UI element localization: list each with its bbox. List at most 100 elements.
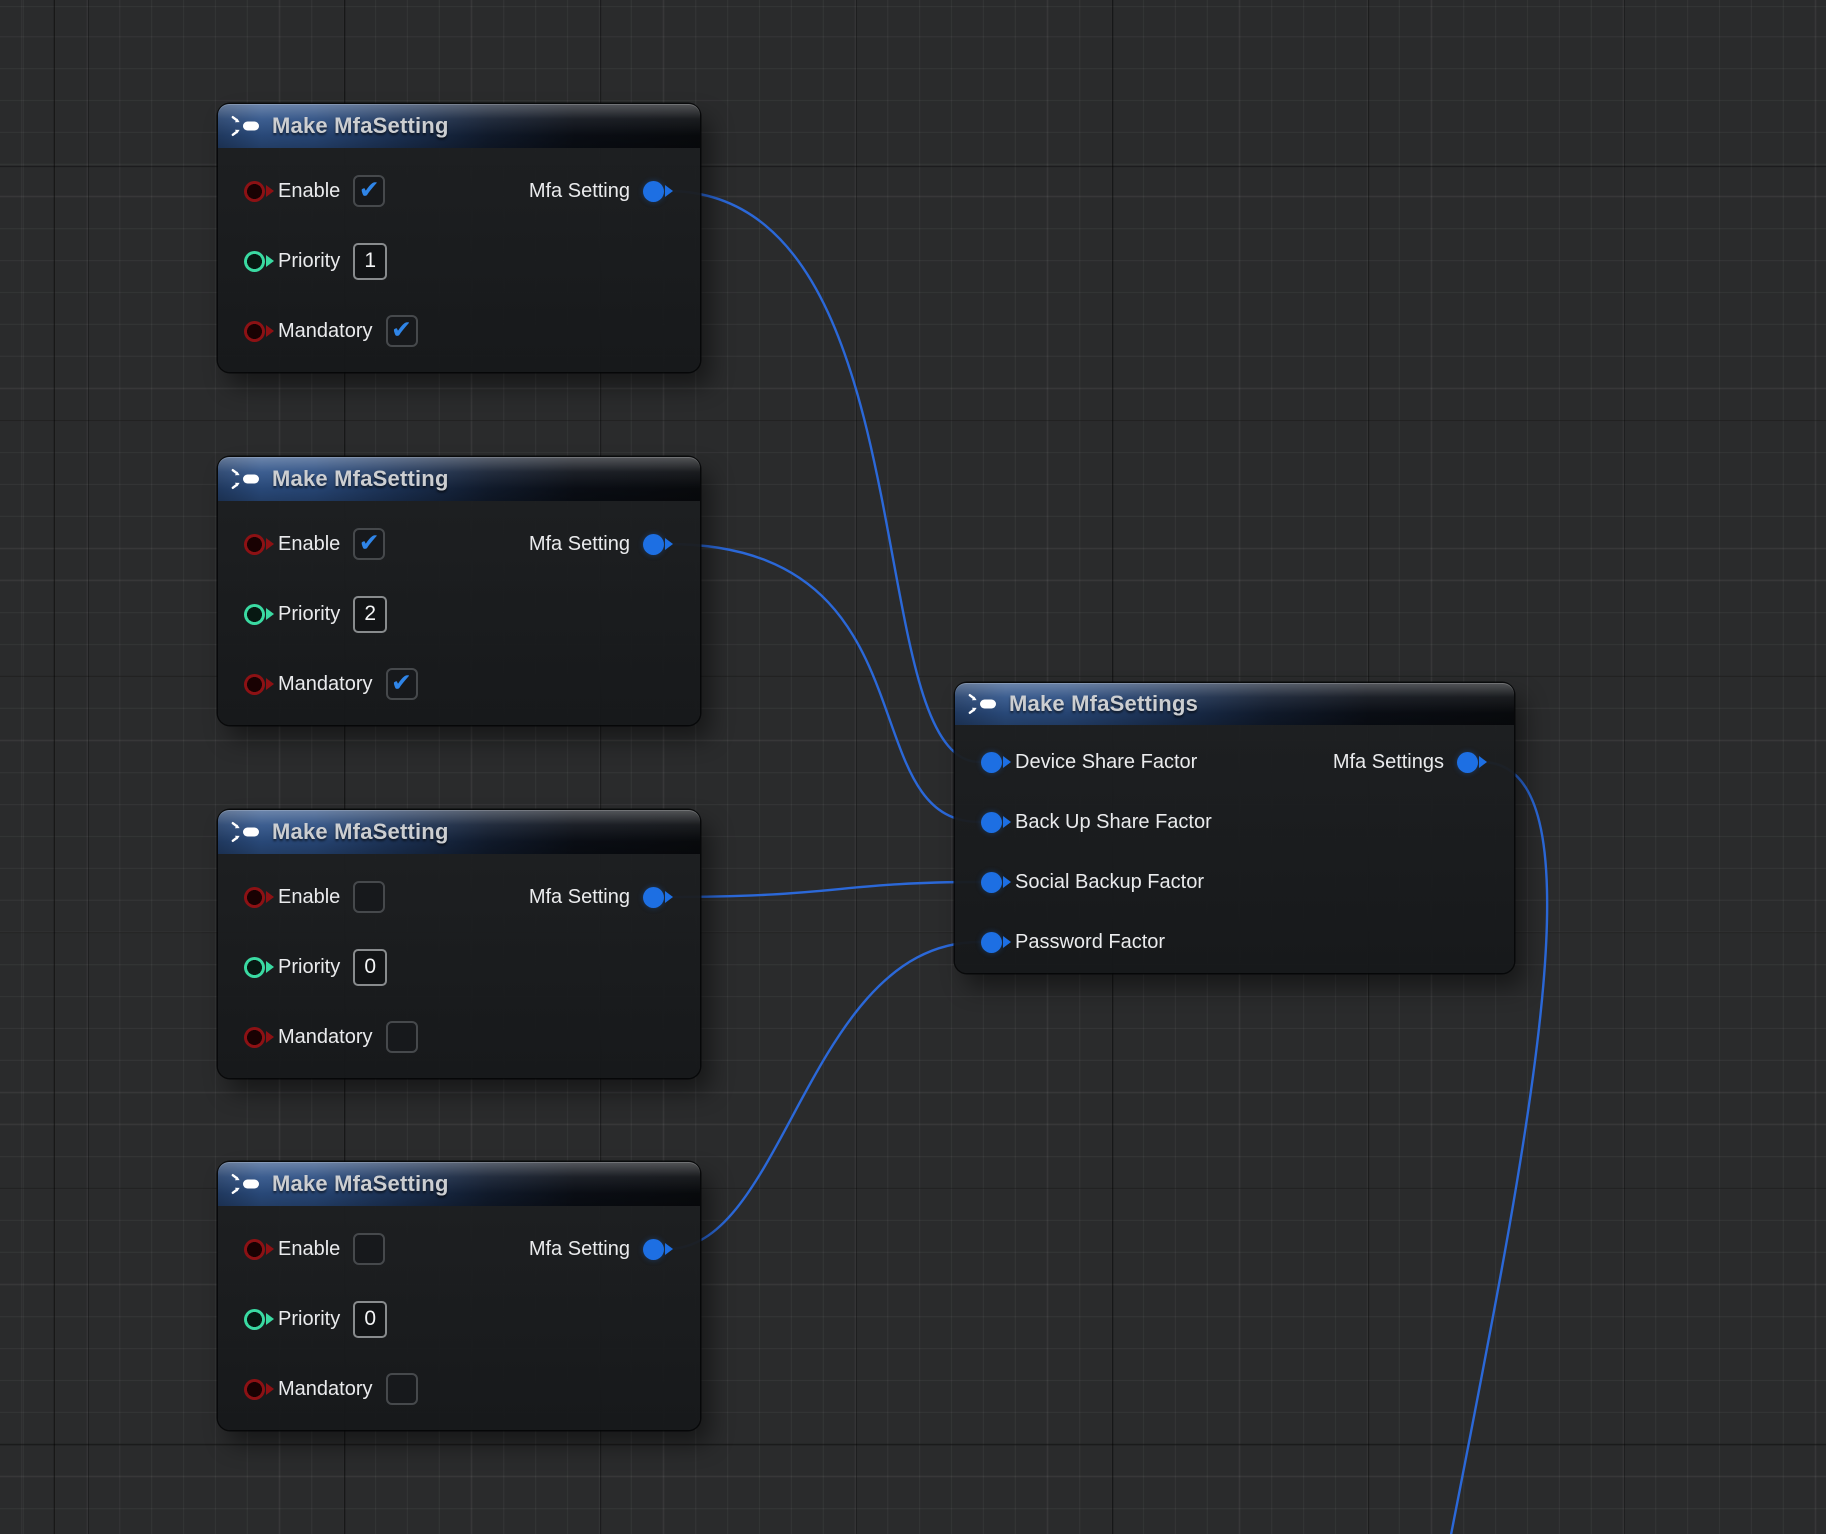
pin-label: Enable: [278, 180, 340, 203]
pin-row: Mandatory: [218, 1002, 700, 1072]
check-icon: ✔: [359, 531, 380, 556]
pin-label: Priority: [278, 1308, 340, 1331]
pin-row: Priority 0: [218, 1284, 700, 1354]
node-make-mfasetting-1[interactable]: Make MfaSetting Enable ✔ Mfa Setting Pri…: [218, 104, 700, 372]
enable-checkbox[interactable]: [353, 881, 385, 913]
pin-mfa-settings-out[interactable]: [1457, 752, 1478, 773]
mandatory-checkbox[interactable]: [386, 1373, 418, 1405]
pin-label: Back Up Share Factor: [1015, 811, 1212, 834]
node-make-mfasetting-2[interactable]: Make MfaSetting Enable ✔ Mfa Setting Pri…: [218, 457, 700, 725]
pin-mandatory[interactable]: [244, 1379, 265, 1400]
check-icon: ✔: [359, 178, 380, 203]
pin-row: Enable Mfa Setting: [218, 1214, 700, 1284]
pin-label: Enable: [278, 886, 340, 909]
pin-label: Mandatory: [278, 673, 373, 696]
pin-mandatory[interactable]: [244, 1027, 265, 1048]
make-struct-icon: [231, 821, 261, 843]
node-header[interactable]: Make MfaSetting: [218, 457, 700, 501]
node-body: Enable Mfa Setting Priority 0 Mand: [218, 854, 700, 1078]
pin-row: Mandatory: [218, 1354, 700, 1424]
pin-mandatory[interactable]: [244, 321, 265, 342]
pin-row: Priority 1: [218, 226, 700, 296]
pin-back-up-share-factor[interactable]: [981, 812, 1002, 833]
pin-social-backup-factor[interactable]: [981, 872, 1002, 893]
pin-enable[interactable]: [244, 1239, 265, 1260]
node-header[interactable]: Make MfaSettings: [955, 683, 1514, 725]
node-body: Enable ✔ Mfa Setting Priority 2 Man: [218, 501, 700, 725]
wire[interactable]: [668, 191, 980, 762]
pin-row: Enable Mfa Setting: [218, 862, 700, 932]
node-title: Make MfaSetting: [272, 466, 449, 492]
enable-checkbox[interactable]: ✔: [353, 528, 385, 560]
pin-label: Mfa Setting: [529, 1238, 630, 1261]
node-title: Make MfaSetting: [272, 113, 449, 139]
mandatory-checkbox[interactable]: [386, 1021, 418, 1053]
pin-enable[interactable]: [244, 887, 265, 908]
node-make-mfasetting-3[interactable]: Make MfaSetting Enable Mfa Setting Prior…: [218, 810, 700, 1078]
pin-row: Mandatory ✔: [218, 649, 700, 719]
pin-label: Priority: [278, 956, 340, 979]
pin-label: Enable: [278, 1238, 340, 1261]
pin-row: Enable ✔ Mfa Setting: [218, 156, 700, 226]
pin-label: Mfa Setting: [529, 533, 630, 556]
pin-label: Priority: [278, 603, 340, 626]
pin-row: Device Share Factor Mfa Settings: [955, 732, 1514, 792]
pin-mandatory[interactable]: [244, 674, 265, 695]
pin-enable[interactable]: [244, 181, 265, 202]
pin-priority[interactable]: [244, 251, 265, 272]
node-body: Enable ✔ Mfa Setting Priority 1 Man: [218, 148, 700, 372]
node-make-mfasettings[interactable]: Make MfaSettings Device Share Factor Mfa…: [955, 683, 1514, 973]
pin-label: Social Backup Factor: [1015, 871, 1204, 894]
pin-label: Mandatory: [278, 1026, 373, 1049]
enable-checkbox[interactable]: [353, 1233, 385, 1265]
node-header[interactable]: Make MfaSetting: [218, 1162, 700, 1206]
node-title: Make MfaSetting: [272, 819, 449, 845]
pin-row: Priority 0: [218, 932, 700, 1002]
pin-mfa-setting-out[interactable]: [643, 534, 664, 555]
pin-row: Enable ✔ Mfa Setting: [218, 509, 700, 579]
pin-priority[interactable]: [244, 604, 265, 625]
pin-mfa-setting-out[interactable]: [643, 1239, 664, 1260]
priority-value-field[interactable]: 1: [353, 243, 387, 280]
make-struct-icon: [968, 693, 998, 715]
pin-row: Social Backup Factor: [955, 852, 1514, 912]
node-header[interactable]: Make MfaSetting: [218, 810, 700, 854]
make-struct-icon: [231, 468, 261, 490]
node-title: Make MfaSettings: [1009, 691, 1198, 717]
pin-mfa-setting-out[interactable]: [643, 181, 664, 202]
check-icon: ✔: [391, 318, 412, 343]
pin-label: Mandatory: [278, 1378, 373, 1401]
pin-row: Password Factor: [955, 912, 1514, 972]
pin-label: Password Factor: [1015, 931, 1165, 954]
node-header[interactable]: Make MfaSetting: [218, 104, 700, 148]
wire[interactable]: [668, 942, 980, 1249]
wire[interactable]: [668, 882, 980, 897]
pin-label: Priority: [278, 250, 340, 273]
pin-label: Mandatory: [278, 320, 373, 343]
check-icon: ✔: [391, 671, 412, 696]
pin-mfa-setting-out[interactable]: [643, 887, 664, 908]
pin-device-share-factor[interactable]: [981, 752, 1002, 773]
mandatory-checkbox[interactable]: ✔: [386, 668, 418, 700]
priority-value-field[interactable]: 0: [353, 949, 387, 986]
node-make-mfasetting-4[interactable]: Make MfaSetting Enable Mfa Setting Prior…: [218, 1162, 700, 1430]
priority-value-field[interactable]: 0: [353, 1301, 387, 1338]
wire[interactable]: [668, 544, 980, 822]
pin-label: Mfa Setting: [529, 180, 630, 203]
enable-checkbox[interactable]: ✔: [353, 175, 385, 207]
make-struct-icon: [231, 115, 261, 137]
pin-label: Mfa Setting: [529, 886, 630, 909]
pin-priority[interactable]: [244, 1309, 265, 1330]
mandatory-checkbox[interactable]: ✔: [386, 315, 418, 347]
blueprint-graph-canvas[interactable]: Make MfaSetting Enable ✔ Mfa Setting Pri…: [0, 0, 1826, 1534]
pin-row: Priority 2: [218, 579, 700, 649]
pin-label: Enable: [278, 533, 340, 556]
node-title: Make MfaSetting: [272, 1171, 449, 1197]
node-body: Device Share Factor Mfa Settings Back Up…: [955, 725, 1514, 975]
pin-priority[interactable]: [244, 957, 265, 978]
pin-password-factor[interactable]: [981, 932, 1002, 953]
pin-enable[interactable]: [244, 534, 265, 555]
make-struct-icon: [231, 1173, 261, 1195]
pin-label: Device Share Factor: [1015, 751, 1197, 774]
priority-value-field[interactable]: 2: [353, 596, 387, 633]
